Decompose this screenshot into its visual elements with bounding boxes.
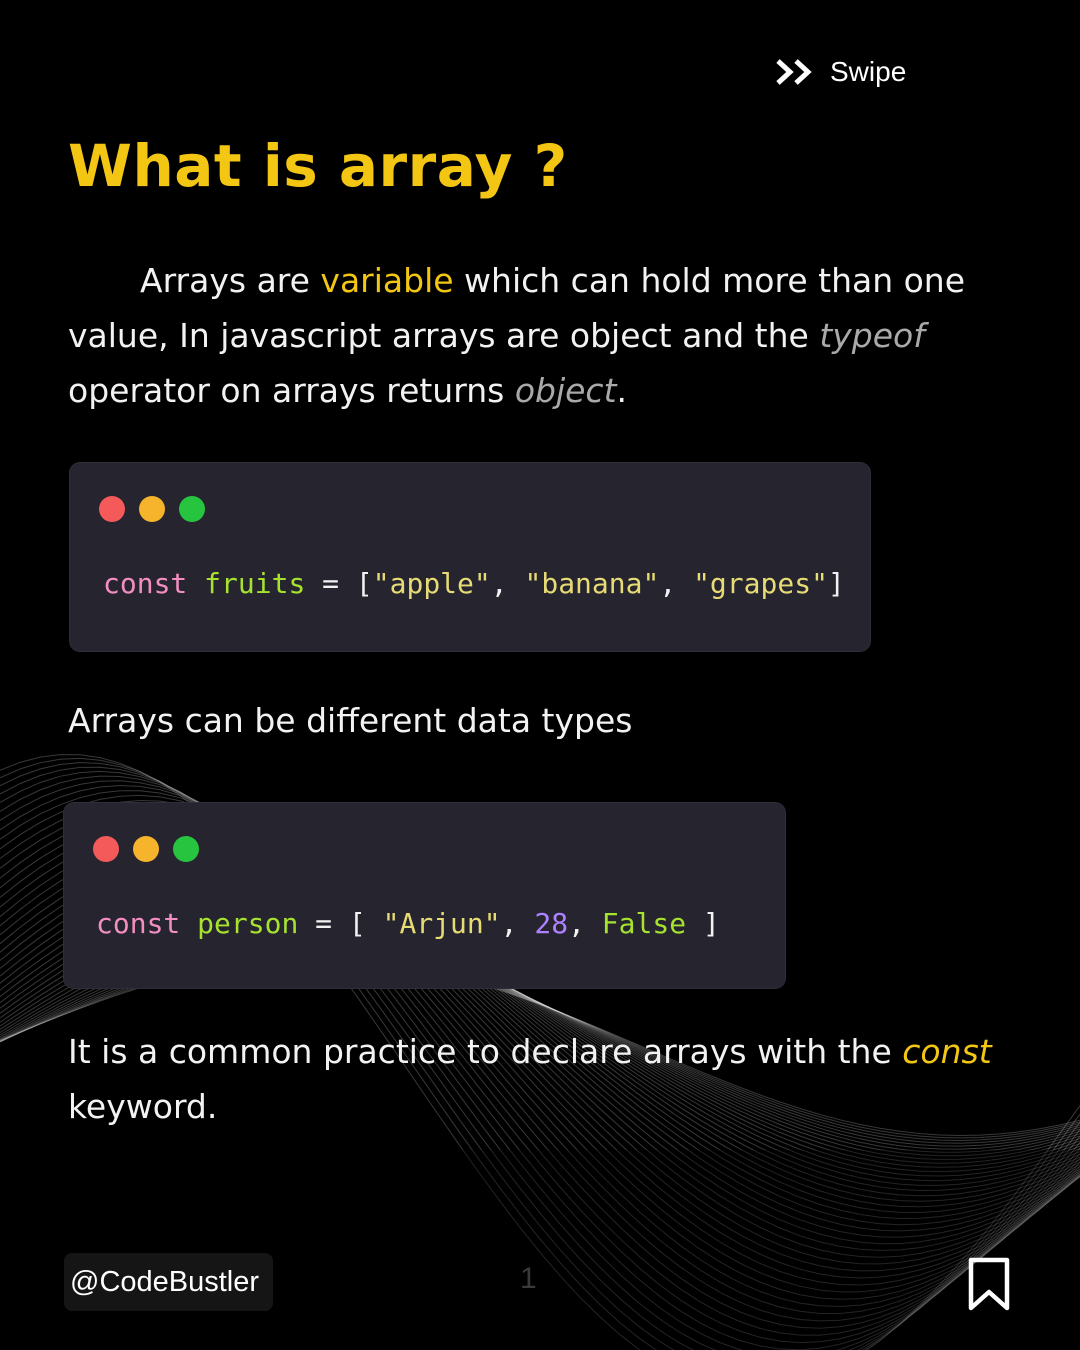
highlight-const: const xyxy=(902,1032,992,1071)
intro-text: operator on arrays returns xyxy=(68,371,515,410)
code-number: 28 xyxy=(534,907,569,940)
highlight-variable: variable xyxy=(320,261,454,300)
background-wave-fade xyxy=(0,1150,1080,1350)
bookmark-icon xyxy=(968,1257,1010,1311)
code-line: const fruits = ["apple", "banana", "grap… xyxy=(103,567,845,600)
swipe-hint[interactable]: Swipe xyxy=(776,56,906,88)
code-operator: = xyxy=(315,907,333,940)
code-operator: = xyxy=(322,567,340,600)
code-bracket: ] xyxy=(827,567,845,600)
close-dot-icon xyxy=(93,836,119,862)
note-text: keyword. xyxy=(68,1087,218,1126)
page-title: What is array ? xyxy=(68,132,568,200)
code-string: "grapes" xyxy=(693,567,828,600)
intro-text: Arrays are xyxy=(140,261,321,300)
code-string: "banana" xyxy=(524,567,660,600)
code-bracket: [ xyxy=(348,907,383,940)
window-controls xyxy=(99,496,205,522)
code-identifier: person xyxy=(197,907,299,940)
bookmark-button[interactable] xyxy=(966,1256,1012,1316)
code-string: "Arjun" xyxy=(382,907,501,940)
code-block-person: const person = [ "Arjun", 28, False ] xyxy=(64,803,785,988)
subheading-text: Arrays can be different data types xyxy=(68,701,633,740)
code-keyword: const xyxy=(103,567,188,600)
author-handle[interactable]: @CodeBustler xyxy=(64,1253,274,1311)
highlight-object: object xyxy=(514,371,617,410)
highlight-typeof: typeof xyxy=(819,316,925,355)
code-bracket: ] xyxy=(686,907,720,940)
code-line: const person = [ "Arjun", 28, False ] xyxy=(96,907,720,940)
window-controls xyxy=(93,836,199,862)
close-dot-icon xyxy=(99,496,125,522)
note-text: It is a common practice to declare array… xyxy=(68,1032,903,1071)
code-boolean: False xyxy=(601,907,687,940)
swipe-label: Swipe xyxy=(830,56,907,87)
code-identifier: fruits xyxy=(204,567,306,600)
code-separator: , xyxy=(659,567,694,600)
maximize-dot-icon xyxy=(173,836,199,862)
code-separator: , xyxy=(500,907,535,940)
const-note-paragraph: It is a common practice to declare array… xyxy=(68,1024,1028,1134)
intro-text: . xyxy=(616,371,628,410)
code-separator: , xyxy=(490,567,525,600)
code-bracket: [ xyxy=(355,567,373,600)
intro-paragraph: Arrays are variable which can hold more … xyxy=(68,253,1028,418)
minimize-dot-icon xyxy=(139,496,165,522)
code-keyword: const xyxy=(96,907,181,940)
double-chevron-right-icon xyxy=(776,59,812,85)
page-number: 1 xyxy=(520,1262,537,1295)
code-string: "apple" xyxy=(372,567,491,600)
code-separator: , xyxy=(568,907,602,940)
minimize-dot-icon xyxy=(133,836,159,862)
maximize-dot-icon xyxy=(179,496,205,522)
code-block-fruits: const fruits = ["apple", "banana", "grap… xyxy=(70,463,870,651)
